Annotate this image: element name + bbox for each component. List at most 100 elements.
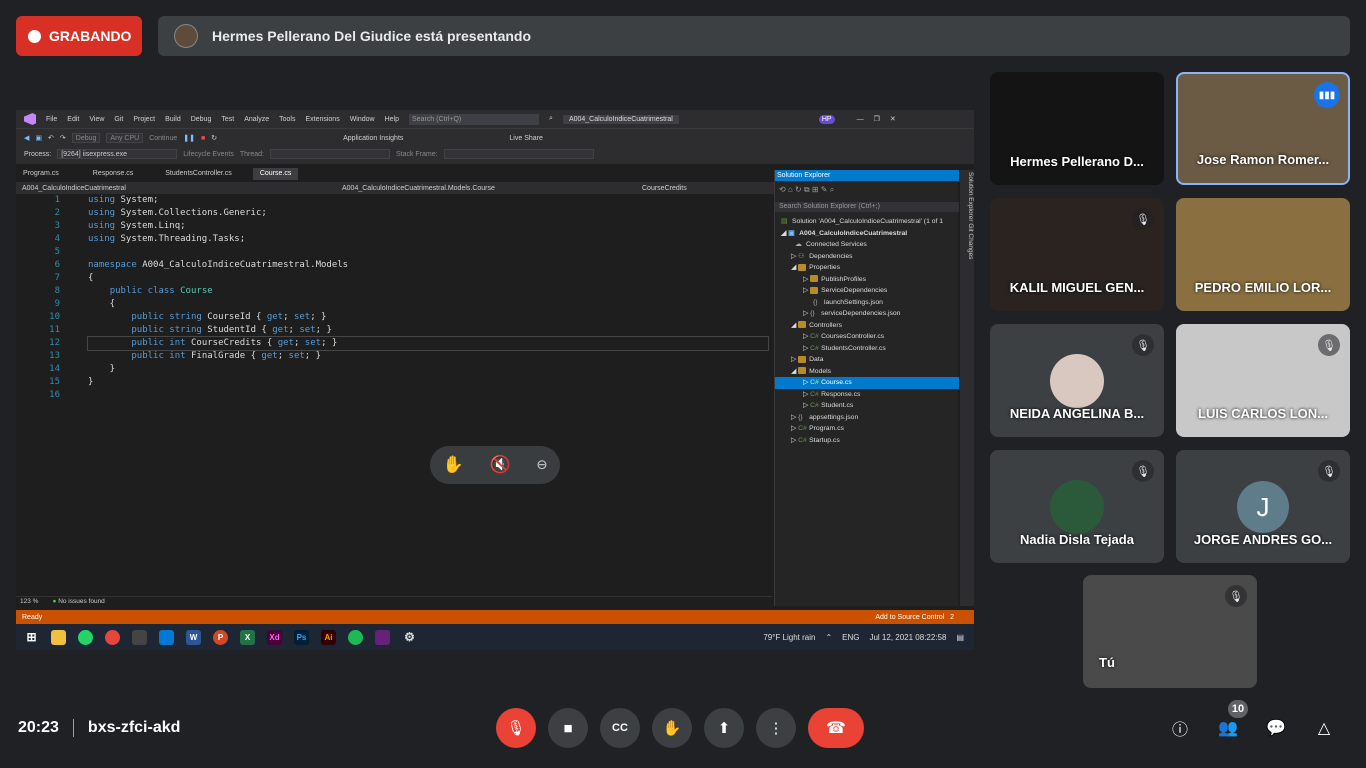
excel-icon[interactable]: X (240, 629, 255, 645)
menu-build[interactable]: Build (165, 116, 181, 123)
meeting-code[interactable]: bxs-zfci-akd (88, 719, 180, 737)
word-icon[interactable]: W (186, 629, 201, 645)
stop-icon[interactable]: ■ (201, 135, 205, 142)
menu-file[interactable]: File (46, 116, 57, 123)
code-area[interactable]: using System; using System.Collections.Ge… (87, 194, 769, 402)
weather[interactable]: 79°F Light rain (763, 633, 815, 642)
live-share-button[interactable]: Live Share (509, 135, 542, 142)
code-line[interactable]: { (88, 272, 768, 285)
notification-icon[interactable]: ▤ (956, 633, 964, 642)
close-icon[interactable]: ✕ (890, 115, 896, 123)
code-line[interactable]: using System.Linq; (88, 220, 768, 233)
code-line[interactable]: { (88, 298, 768, 311)
code-line[interactable]: using System; (88, 194, 768, 207)
code-line[interactable]: public string CourseId { get; set; } (88, 311, 768, 324)
mute-audio-icon[interactable]: 🔇 (490, 455, 511, 475)
code-line[interactable]: public string StudentId { get; set; } (88, 324, 768, 337)
illustrator-icon[interactable]: Ai (321, 629, 336, 645)
powerpoint-icon[interactable]: P (213, 629, 228, 645)
meeting-details-button[interactable]: ⓘ (1166, 714, 1194, 742)
back-icon[interactable]: ◀ (24, 134, 29, 142)
windows-start-icon[interactable]: ⊞ (24, 630, 39, 645)
tree-item[interactable]: ▷ ServiceDependencies (775, 285, 959, 297)
platform-select[interactable]: Any CPU (106, 133, 144, 143)
file-explorer-icon[interactable] (51, 629, 66, 645)
tree-item[interactable]: ▷ C# CoursesController.cs (775, 331, 959, 343)
nav-project[interactable]: A004_CalculoIndiceCuatrimestral (22, 185, 322, 192)
tab-course[interactable]: Course.cs (252, 168, 299, 180)
spotify-icon[interactable] (348, 629, 363, 645)
code-editor[interactable]: 1 2 3 4 5 6 7 8 9 10 11 12 13 14 15 16 using System; usi… (16, 194, 772, 596)
mic-toggle-button[interactable]: 🎙 (496, 708, 536, 748)
clock[interactable]: Jul 12, 2021 08:22:58 (869, 633, 946, 642)
whatsapp-icon[interactable] (78, 629, 93, 645)
menu-project[interactable]: Project (133, 116, 155, 123)
zoom-level[interactable]: 123 % (20, 598, 38, 605)
participant-tile[interactable]: 🎙 Nadia Disla Tejada (990, 450, 1164, 563)
tree-item[interactable]: ☁ Connected Services (775, 239, 959, 251)
chrome-icon[interactable] (105, 629, 120, 645)
captions-button[interactable]: CC (600, 708, 640, 748)
tab-students-controller[interactable]: StudentsController.cs (158, 168, 239, 180)
activities-button[interactable]: △ (1310, 714, 1338, 742)
tree-item[interactable]: ◢ Controllers (775, 320, 959, 332)
chat-button[interactable]: 💬 (1262, 714, 1290, 742)
remove-icon[interactable]: ⊖ (537, 455, 547, 475)
code-line[interactable] (88, 389, 768, 402)
code-line[interactable]: public int FinalGrade { get; set; } (88, 350, 768, 363)
tree-item[interactable]: ◢ Models (775, 366, 959, 378)
menu-window[interactable]: Window (350, 116, 375, 123)
people-button[interactable]: 👥 (1214, 714, 1242, 742)
minimize-icon[interactable]: — (857, 116, 864, 123)
tree-item[interactable]: ▷ {} serviceDependencies.json (775, 308, 959, 320)
tree-item[interactable]: ▤ Solution 'A004_CalculoIndiceCuatrimestr… (775, 216, 959, 228)
stack-frame-select[interactable] (443, 149, 594, 159)
code-line[interactable] (88, 246, 768, 259)
menu-test[interactable]: Test (221, 116, 234, 123)
nav-class[interactable]: A004_CalculoIndiceCuatrimestral.Models.C… (342, 185, 622, 192)
save-icon[interactable]: ▣ (35, 134, 42, 142)
menu-view[interactable]: View (89, 116, 104, 123)
maximize-icon[interactable]: ❐ (874, 115, 880, 123)
camera-toggle-button[interactable]: ■ (548, 708, 588, 748)
tray-chevron-icon[interactable]: ⌃ (825, 633, 832, 642)
tab-response[interactable]: Response.cs (86, 168, 140, 180)
menu-tools[interactable]: Tools (279, 116, 295, 123)
tree-item[interactable]: ▷ C# Startup.cs (775, 435, 959, 447)
vscode-icon[interactable] (159, 629, 174, 645)
raise-hand-button[interactable]: ✋ (652, 708, 692, 748)
notifications-count[interactable]: 2 (950, 614, 954, 621)
user-avatar[interactable]: HP (818, 114, 835, 124)
participant-tile[interactable]: 🎙 KALIL MIGUEL GEN... (990, 198, 1164, 311)
participant-tile[interactable]: PEDRO EMILIO LOR... (1176, 198, 1350, 311)
continue-button[interactable]: Continue (149, 135, 177, 142)
present-button[interactable]: ⬆ (704, 708, 744, 748)
nav-member[interactable]: CourseCredits (642, 185, 687, 192)
menu-git[interactable]: Git (114, 116, 123, 123)
code-line[interactable]: using System.Threading.Tasks; (88, 233, 768, 246)
settings-icon[interactable]: ⚙ (402, 630, 417, 645)
config-select[interactable]: Debug (71, 133, 101, 143)
language-indicator[interactable]: ENG (842, 633, 859, 642)
restart-icon[interactable]: ↻ (211, 134, 217, 142)
tree-item[interactable]: ▷ ⚇ Dependencies (775, 251, 959, 263)
participant-tile[interactable]: Hermes Pellerano D... (990, 72, 1164, 185)
menu-extensions[interactable]: Extensions (305, 116, 339, 123)
visual-studio-icon[interactable] (375, 629, 390, 645)
code-line[interactable]: } (88, 376, 768, 389)
tree-item[interactable]: ▷ C# Student.cs (775, 400, 959, 412)
app-insights-button[interactable]: Application Insights (343, 135, 403, 142)
thread-select[interactable] (269, 149, 390, 159)
undo-icon[interactable]: ↶ (48, 134, 54, 142)
tree-item[interactable]: ▷ C# Response.cs (775, 389, 959, 401)
end-call-button[interactable]: ☎ (808, 708, 864, 748)
code-line[interactable]: public int CourseCredits { get; set; } (87, 336, 769, 351)
participant-tile[interactable]: 🎙 NEIDA ANGELINA B... (990, 324, 1164, 437)
tree-item[interactable]: ◢ Properties (775, 262, 959, 274)
more-options-button[interactable]: ⋮ (756, 708, 796, 748)
solution-search-input[interactable]: Search Solution Explorer (Ctrl+;) (775, 202, 959, 212)
side-tool-tabs[interactable]: Solution Explorer Git Changes (960, 170, 974, 606)
menu-debug[interactable]: Debug (191, 116, 212, 123)
terminal-icon[interactable] (132, 629, 147, 645)
adobe-xd-icon[interactable]: Xd (267, 629, 282, 645)
